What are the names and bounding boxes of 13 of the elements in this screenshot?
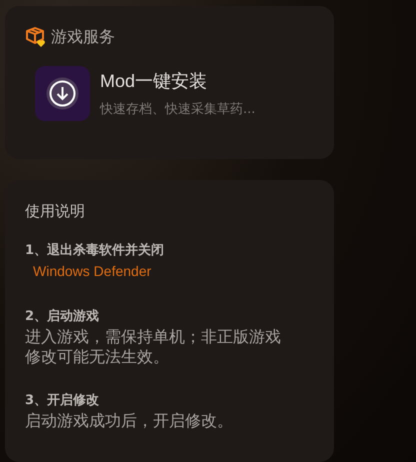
- step-title: 3、开启修改: [25, 393, 100, 408]
- panel-title: 游戏服务: [51, 26, 115, 48]
- step-text: 进入游戏，需保持单机；非正版游戏修改可能无法生效。: [25, 327, 282, 367]
- step-title: 2、启动游戏: [25, 309, 100, 324]
- package-icon: [25, 26, 47, 48]
- step-link[interactable]: Windows Defender: [33, 261, 152, 281]
- service-title: Mod一键安装: [100, 70, 208, 93]
- service-subtitle: 快速存档、快速采集草药...: [100, 101, 256, 118]
- step-text: 启动游戏成功后，开启修改。: [25, 411, 234, 431]
- download-icon: [35, 66, 90, 121]
- step-title: 1、退出杀毒软件并关闭: [25, 243, 164, 258]
- instructions-title: 使用说明: [25, 202, 86, 221]
- service-item[interactable]: Mod一键安装 快速存档、快速采集草药...: [35, 66, 314, 121]
